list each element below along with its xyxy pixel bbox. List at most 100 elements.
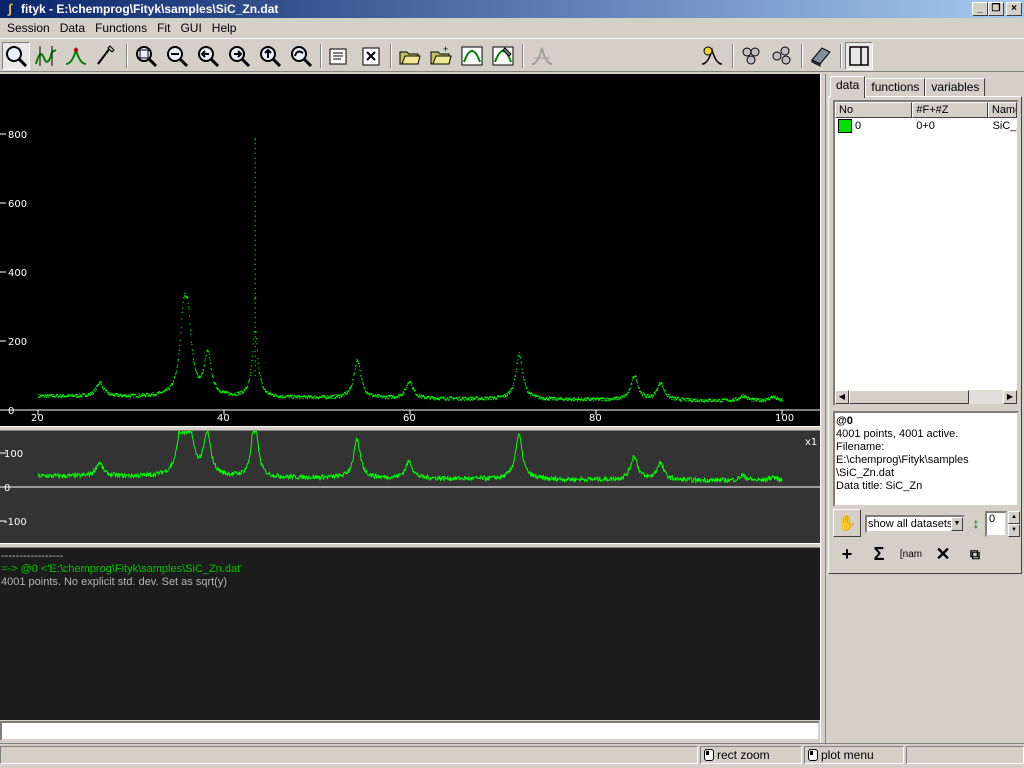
- status-right-label: plot menu: [821, 748, 874, 762]
- open-append-icon[interactable]: +: [427, 42, 455, 70]
- list-hscrollbar[interactable]: ◀ ▶: [835, 390, 1017, 404]
- table-row[interactable]: 0 0+0 SiC_Zn: [835, 118, 1017, 134]
- title-bar: ∫ fityk - E:\chemprog\Fityk\samples\SiC_…: [0, 0, 1024, 18]
- scroll-thumb[interactable]: [849, 390, 969, 404]
- output-window: ----------------- =-> @0 <'E:\chemprog\F…: [0, 548, 820, 720]
- col-name[interactable]: Name: [987, 102, 1017, 118]
- data-tab-panel: No #F+#Z Name 0 0+0 SiC_Zn ◀ ▶ @0 4001 p…: [828, 96, 1022, 574]
- spin-down-button[interactable]: ▼: [1008, 524, 1020, 537]
- zoom-vertical-icon[interactable]: [163, 42, 191, 70]
- info-icon[interactable]: [325, 42, 353, 70]
- status-right-button: plot menu: [804, 746, 904, 764]
- svg-text:+: +: [443, 44, 448, 54]
- hand-icon[interactable]: ✋: [833, 509, 861, 537]
- main-plot-canvas[interactable]: 0 200 400 600 800 20 40 60 80 100: [0, 74, 820, 426]
- status-coords: [906, 746, 1024, 764]
- x-tick-label: 100: [775, 413, 794, 424]
- offset-spin-input[interactable]: 0: [985, 511, 1007, 537]
- aux-y-tick-label: 100: [4, 449, 23, 460]
- toolbar: + Constant ▼: [0, 38, 1024, 104]
- eraser-icon[interactable]: [806, 42, 834, 70]
- chevron-down-icon[interactable]: ▼: [951, 517, 963, 531]
- add-function-icon[interactable]: [698, 42, 726, 70]
- window-title: fityk - E:\chemprog\Fityk\samples\SiC_Zn…: [21, 2, 279, 16]
- app-icon: ∫: [8, 1, 12, 16]
- fit-icon[interactable]: [458, 42, 486, 70]
- add-dataset-button[interactable]: +: [832, 540, 862, 568]
- y-tick-label: 800: [8, 130, 27, 141]
- tab-data[interactable]: data: [830, 76, 866, 98]
- sidebar-toggle-icon[interactable]: [845, 42, 873, 70]
- undo-zoom-icon[interactable]: [287, 42, 315, 70]
- output-message: 4001 points. No explicit std. dev. Set a…: [1, 576, 228, 588]
- dataset-no-cell: 0: [835, 118, 913, 134]
- range-mode-icon[interactable]: [32, 42, 60, 70]
- x-tick-label: 60: [403, 413, 416, 424]
- copy-icon[interactable]: ⧉: [960, 540, 990, 568]
- toolbar-separator: [840, 44, 842, 68]
- dataset-list[interactable]: No #F+#Z Name 0 0+0 SiC_Zn ◀ ▶: [833, 100, 1019, 406]
- cluster-icon[interactable]: [737, 42, 765, 70]
- x-axis: 20 40 60 80 100: [0, 409, 820, 424]
- scroll-left-button[interactable]: ◀: [835, 390, 849, 404]
- menu-help[interactable]: Help: [207, 19, 242, 37]
- open-file-icon[interactable]: [396, 42, 424, 70]
- run-fit-icon[interactable]: [489, 42, 517, 70]
- mouse-icon: [704, 749, 714, 761]
- cluster2-icon[interactable]: [768, 42, 796, 70]
- scroll-right-button[interactable]: ▶: [1003, 390, 1017, 404]
- rename-icon[interactable]: [nam: [896, 540, 926, 568]
- col-no[interactable]: No: [835, 102, 913, 118]
- menu-gui[interactable]: GUI: [175, 19, 206, 37]
- aux-data-series: [37, 428, 783, 484]
- add-peak-mode-icon[interactable]: [62, 42, 90, 70]
- dataset-name: SiC_Zn: [992, 120, 1017, 132]
- restore-button[interactable]: ❐: [988, 2, 1004, 16]
- toolbar-separator: [732, 44, 734, 68]
- aux-plot-canvas[interactable]: -100 0 100 x1: [0, 428, 820, 543]
- aux-y-tick-label: 0: [4, 483, 10, 494]
- sum-icon[interactable]: Σ: [864, 540, 894, 568]
- menu-fit[interactable]: Fit: [152, 19, 175, 37]
- offset-icon: ↕: [972, 515, 980, 531]
- close-button[interactable]: ×: [1006, 2, 1022, 16]
- aux-plot[interactable]: -100 0 100 x1: [0, 428, 820, 543]
- status-bar: rect zoom plot menu: [0, 743, 1024, 765]
- y-axis: 0 200 400 600 800: [0, 130, 27, 417]
- baseline-mode-icon[interactable]: [92, 42, 120, 70]
- delete-icon[interactable]: ✕: [928, 540, 958, 568]
- dataset-fz: 0+0: [916, 120, 935, 132]
- col-fz[interactable]: #F+#Z: [912, 102, 988, 118]
- guess-icon[interactable]: [528, 42, 556, 70]
- tab-functions[interactable]: functions: [865, 78, 926, 97]
- show-datasets-select[interactable]: show all datasets ▼: [865, 515, 965, 533]
- dataset-color-swatch[interactable]: [838, 119, 852, 134]
- data-points: [38, 138, 783, 403]
- tab-variables[interactable]: variables: [925, 78, 986, 97]
- sidebar: data functions variables No #F+#Z Name 0…: [826, 74, 1024, 743]
- x-tick-label: 80: [589, 413, 602, 424]
- command-input[interactable]: [0, 721, 820, 741]
- toolbar-separator: [390, 44, 392, 68]
- minimize-button[interactable]: _: [972, 2, 988, 16]
- settings-icon[interactable]: [357, 42, 385, 70]
- menu-functions[interactable]: Functions: [90, 19, 152, 37]
- menu-session[interactable]: Session: [2, 19, 55, 37]
- toolbar-separator: [801, 44, 803, 68]
- zoom-prev-icon[interactable]: [194, 42, 222, 70]
- dataset-list-header: No #F+#Z Name: [835, 102, 1017, 118]
- y-tick-label: 600: [8, 199, 27, 210]
- window-controls: _ ❐ ×: [972, 2, 1022, 16]
- main-plot[interactable]: 0 200 400 600 800 20 40 60 80 100: [0, 74, 820, 426]
- spin-up-button[interactable]: ▲: [1008, 511, 1020, 524]
- scroll-up-icon[interactable]: [256, 42, 284, 70]
- dataset-actions: + Σ [nam ✕ ⧉: [830, 540, 1016, 570]
- zoom-all-icon[interactable]: [132, 42, 160, 70]
- menu-data[interactable]: Data: [55, 19, 90, 37]
- zoom-mode-icon[interactable]: [2, 42, 30, 70]
- mouse-icon: [808, 749, 818, 761]
- show-datasets-value: show all datasets: [868, 518, 953, 530]
- scroll-left-icon[interactable]: [225, 42, 253, 70]
- dataset-controls: ✋ show all datasets ▼ ↕ 0 ▲ ▼: [833, 509, 1020, 537]
- toolbar-separator: [522, 44, 524, 68]
